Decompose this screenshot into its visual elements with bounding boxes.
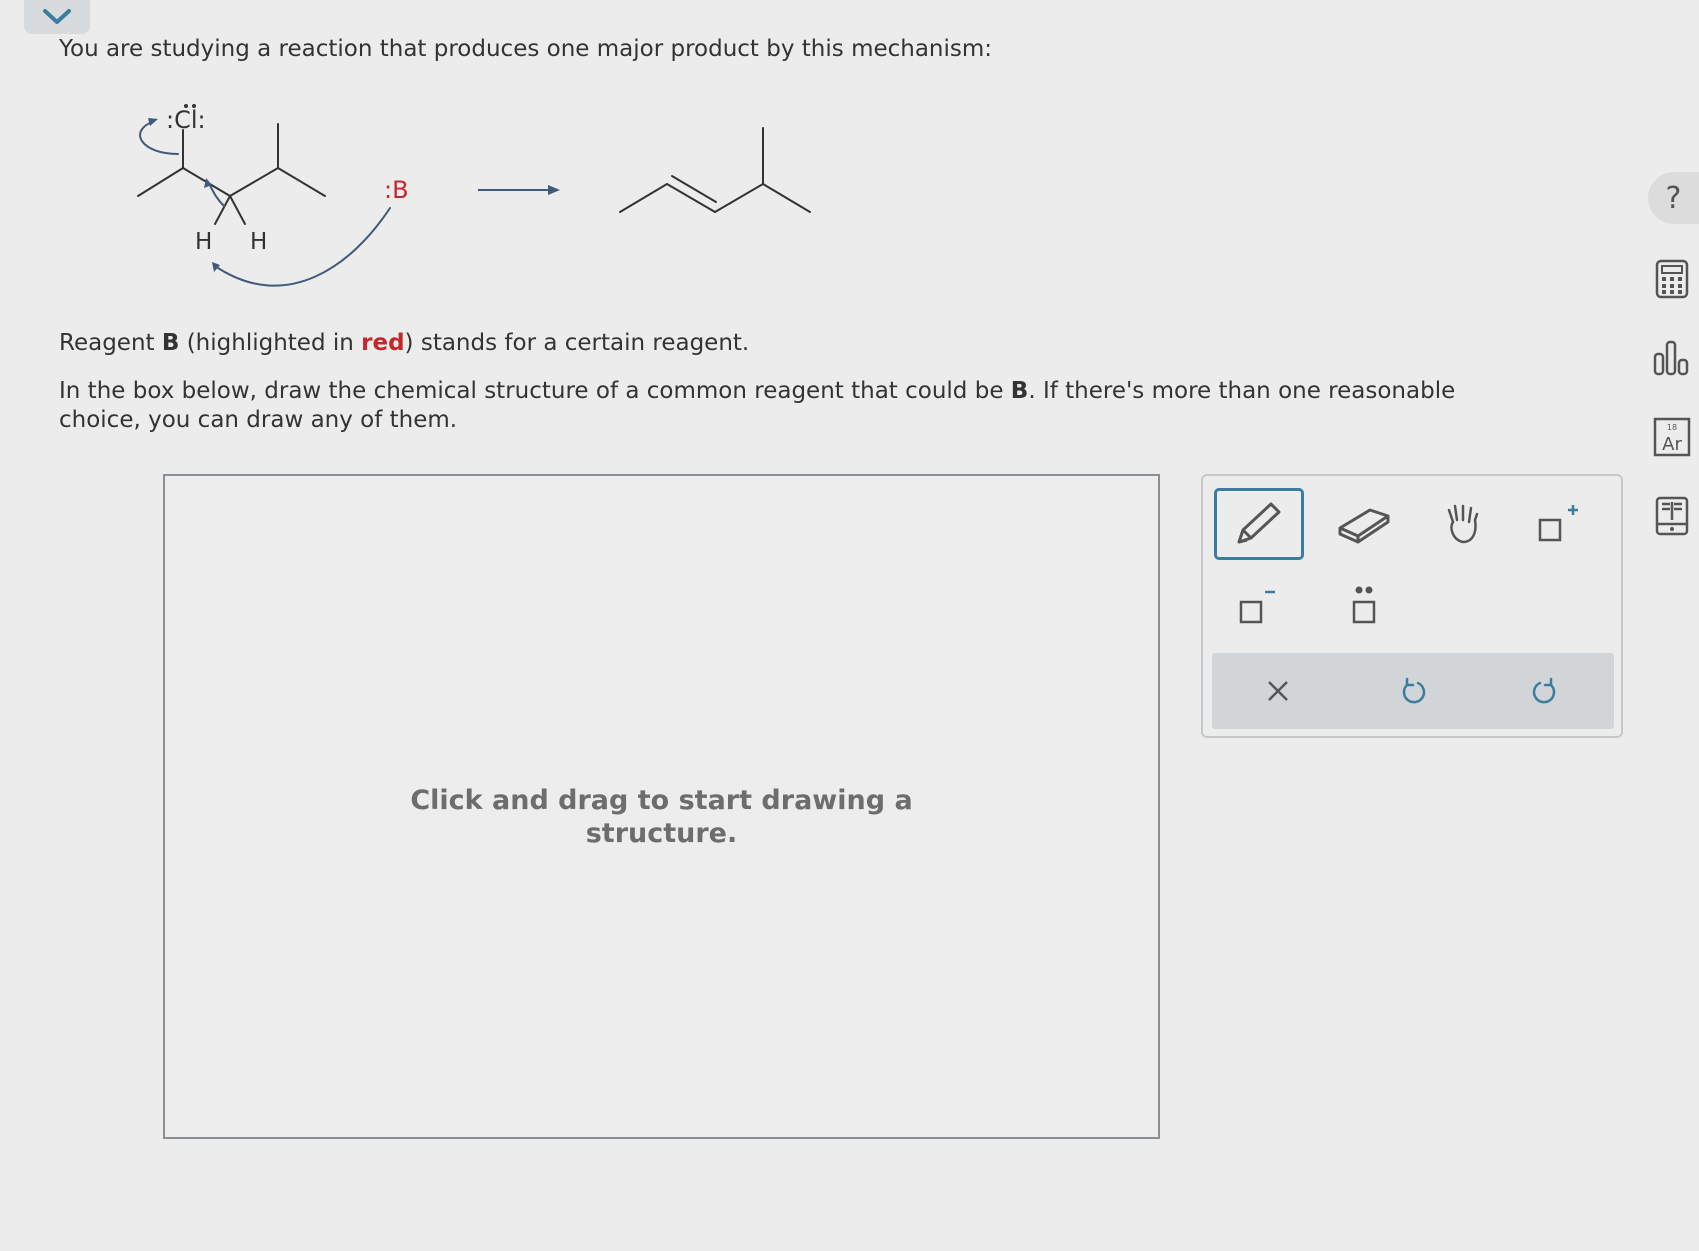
reaction-mechanism-diagram: :Cl: H H :B [137, 104, 811, 287]
pencil-icon [1237, 502, 1281, 544]
pencil-tool-button[interactable] [1214, 488, 1304, 560]
reaction-arrow-head [548, 185, 560, 195]
redo-icon [1532, 677, 1556, 704]
lone-pair-tool-button[interactable] [1319, 570, 1409, 642]
bond [137, 167, 184, 197]
drawing-toolbar [1201, 474, 1623, 738]
periodic-table-icon: 18 Ar [1653, 417, 1691, 457]
periodic-table-button[interactable]: 18 Ar [1648, 413, 1696, 461]
hand-icon [1447, 504, 1479, 544]
undo-button[interactable] [1362, 653, 1462, 729]
bond [619, 183, 668, 213]
eraser-tool-button[interactable] [1319, 488, 1409, 560]
question-prompt: You are studying a reaction that produce… [59, 36, 993, 62]
lone-pair-dot [184, 104, 188, 108]
instruction-text: In the box below, draw the chemical stru… [59, 378, 1456, 433]
arrowhead [212, 262, 220, 272]
positive-charge-tool-button[interactable] [1513, 488, 1603, 560]
reference-book-button[interactable] [1648, 492, 1696, 540]
eraser-icon [1338, 508, 1390, 544]
hydrogen-label-left: H [195, 229, 212, 255]
action-bar [1212, 653, 1614, 729]
collapse-button[interactable] [24, 0, 90, 34]
add-lone-pair-icon [1352, 586, 1376, 624]
curved-arrow-pi-bond [207, 181, 225, 207]
bond [214, 195, 231, 225]
book-icon [1655, 496, 1689, 536]
help-button[interactable]: ? [1648, 172, 1699, 224]
bond [714, 183, 764, 213]
drawing-canvas[interactable]: Click and drag to start drawing a struct… [163, 474, 1160, 1139]
arrowhead [148, 118, 158, 126]
bond [229, 195, 246, 225]
add-negative-charge-icon [1239, 590, 1275, 624]
undo-icon [1402, 677, 1426, 704]
bond [229, 167, 279, 197]
bar-chart-icon [1653, 340, 1689, 376]
drawing-hint: Click and drag to start drawing a struct… [410, 784, 913, 849]
hydrogen-label-right: H [250, 229, 267, 255]
calculator-icon [1655, 259, 1689, 299]
base-label: :B [384, 176, 409, 204]
help-icon: ? [1665, 180, 1682, 216]
lone-pair-dot [192, 104, 196, 108]
data-chart-button[interactable] [1648, 334, 1696, 382]
redo-button[interactable] [1496, 653, 1596, 729]
element-number: 18 [1667, 423, 1677, 432]
calculator-button[interactable] [1648, 255, 1696, 303]
clear-button[interactable] [1228, 653, 1328, 729]
bond [277, 167, 326, 197]
chevron-down-icon [43, 9, 71, 24]
bond [671, 175, 717, 203]
reagent-description: Reagent B (highlighted in red) stands fo… [59, 330, 750, 356]
bond [762, 183, 811, 213]
chloride-label: :Cl: [166, 106, 206, 134]
hand-tool-button[interactable] [1418, 488, 1508, 560]
negative-charge-tool-button[interactable] [1214, 570, 1304, 642]
add-positive-charge-icon [1538, 505, 1578, 542]
element-symbol: Ar [1662, 434, 1682, 455]
curved-arrow-base [214, 207, 391, 287]
clear-icon [1268, 681, 1288, 701]
